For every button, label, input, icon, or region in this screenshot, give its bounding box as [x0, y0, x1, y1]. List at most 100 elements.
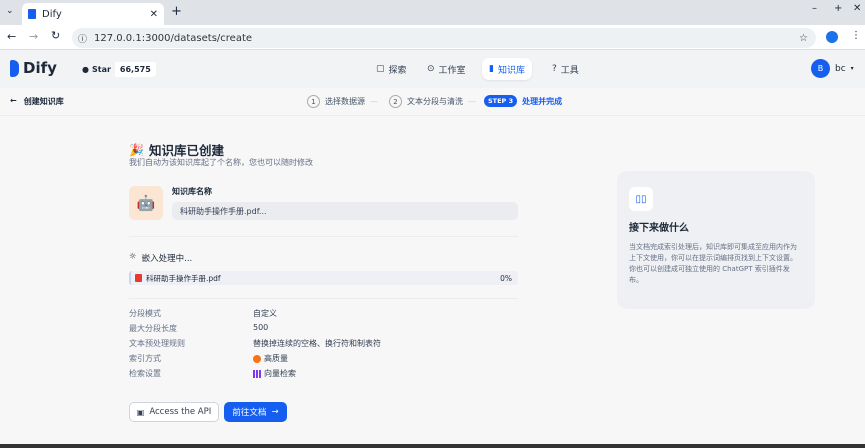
tab-list-icon[interactable]: ⌄ [6, 6, 14, 16]
nav-label: 知识库 [497, 65, 525, 76]
vector-search-icon [253, 369, 261, 378]
setting-label: 检索设置 [129, 369, 161, 378]
github-star-button[interactable]: ● Star 66,575 [78, 61, 156, 77]
next-steps-title: 接下来做什么 [629, 223, 689, 234]
star-label: Star [91, 64, 111, 74]
url-input[interactable]: ⓘ 127.0.0.1:3000/datasets/create ☆ [72, 28, 816, 48]
bookmark-star-icon[interactable]: ☆ [799, 33, 808, 44]
user-menu[interactable]: B bc ▾ [811, 59, 854, 78]
arrow-left-icon: ← [10, 96, 17, 105]
logo-text: Dify [23, 59, 57, 77]
step-number: 1 [307, 95, 320, 108]
back-button[interactable]: ← 创建知识库 [10, 96, 64, 107]
nav-knowledge[interactable]: ▮ 知识库 [482, 58, 532, 80]
file-progress-item: 科研助手操作手册.pdf 0% [129, 271, 518, 285]
step-label: 选择数据源 [325, 97, 365, 106]
setting-row: 文本预处理规则 替换掉连续的空格、换行符和制表符 [129, 338, 381, 349]
pdf-icon [135, 274, 142, 282]
bottom-bar [0, 444, 865, 448]
back-label: 创建知识库 [23, 97, 64, 106]
explore-icon: ▢ [376, 64, 385, 74]
step-3: STEP 3 处理并完成 [484, 95, 562, 107]
nav-label: 工具 [560, 65, 579, 76]
chevron-down-icon: ▾ [850, 65, 854, 72]
setting-label: 索引方式 [129, 354, 161, 363]
setting-row: 分段模式 自定义 [129, 308, 277, 319]
high-quality-icon [253, 354, 261, 363]
maximize-icon[interactable]: + [834, 3, 842, 14]
logo-mark-icon [10, 59, 19, 77]
setting-row: 索引方式 高质量 [129, 353, 288, 364]
star-count: 66,575 [114, 61, 156, 77]
step-1: 1 选择数据源 — [307, 95, 378, 108]
setting-label: 最大分段长度 [129, 324, 177, 333]
setting-label: 文本预处理规则 [129, 339, 185, 348]
nav-label: 探索 [388, 65, 407, 76]
dataset-name-input[interactable]: 科研助手操作手册.pdf... [172, 202, 518, 220]
close-tab-icon[interactable]: ✕ [150, 9, 158, 20]
github-icon: ● [82, 64, 89, 74]
dataset-name-value: 科研助手操作手册.pdf... [180, 207, 267, 216]
app-header: Dify ● Star 66,575 ▢ 探索 ⊙ 工作室 ▮ 知识库 ? 工具 B b… [0, 50, 865, 88]
arrow-right-icon: → [271, 407, 279, 417]
setting-row: 检索设置 向量检索 [129, 368, 296, 379]
dify-logo[interactable]: Dify [10, 59, 57, 77]
tab-title: Dify [42, 8, 62, 20]
close-window-icon[interactable]: ✕ [853, 3, 861, 14]
setting-value: 高质量 [253, 353, 288, 364]
tools-icon: ? [552, 64, 557, 74]
avatar: B [811, 59, 830, 78]
next-steps-body: 当文档完成索引处理后，知识库即可集成至应用内作为上下文使用，你可以在提示词编排页… [629, 243, 797, 284]
new-tab-icon[interactable]: + [171, 4, 182, 19]
file-progress: 0% [500, 273, 512, 283]
knowledge-icon: ▮ [489, 64, 494, 74]
step-number: 2 [389, 95, 402, 108]
setting-value-text: 向量检索 [264, 369, 296, 378]
nav-tools[interactable]: ? 工具 [545, 58, 586, 80]
setting-label: 分段模式 [129, 309, 161, 318]
url-text: 127.0.0.1:3000/datasets/create [94, 32, 253, 44]
setting-row: 最大分段长度 500 [129, 323, 268, 334]
profile-icon[interactable] [826, 31, 838, 43]
setting-value: 替换掉连续的空格、换行符和制表符 [253, 339, 381, 348]
file-name: 科研助手操作手册.pdf [146, 273, 221, 283]
minimize-icon[interactable]: – [812, 3, 817, 14]
step-label: 文本分段与清洗 [407, 97, 463, 106]
button-label: Access the API [149, 407, 212, 417]
divider [129, 236, 518, 237]
nav-label: 工作室 [438, 65, 466, 76]
reload-icon[interactable]: ↻ [51, 29, 60, 42]
robot-icon: 🤖 [136, 194, 156, 212]
back-icon[interactable]: ← [7, 30, 16, 43]
terminal-icon: ▣ [136, 407, 145, 417]
setting-value: 500 [253, 323, 269, 332]
nav-explore[interactable]: ▢ 探索 [369, 58, 414, 80]
step-label: 处理并完成 [522, 96, 563, 106]
page-subtitle: 我们自动为该知识库起了个名称，您也可以随时修改 [129, 158, 313, 167]
menu-icon[interactable]: ⋮ [851, 30, 861, 41]
create-subheader: ← 创建知识库 1 选择数据源 — 2 文本分段与清洗 — STEP 3 处理并完成 [0, 88, 865, 116]
book-icon: ▯▯ [629, 187, 653, 211]
loading-spinner-icon: ☼ [129, 252, 137, 262]
dataset-icon[interactable]: 🤖 [129, 186, 163, 220]
site-info-icon[interactable]: ⓘ [78, 32, 87, 45]
divider [129, 298, 518, 299]
step-2: 2 文本分段与清洗 — [389, 95, 476, 108]
setting-value-text: 高质量 [264, 354, 288, 363]
step-number: STEP 3 [484, 95, 518, 107]
access-api-button[interactable]: ▣ Access the API [129, 402, 219, 422]
dify-favicon-icon [28, 9, 36, 19]
party-popper-icon: 🎉 [129, 142, 144, 157]
browser-tab-bar: ⌄ Dify ✕ + – + ✕ [0, 0, 865, 25]
forward-icon[interactable]: → [29, 30, 38, 43]
setting-value: 自定义 [253, 309, 277, 318]
user-name: bc [835, 63, 846, 74]
browser-tab[interactable]: Dify ✕ [22, 3, 164, 25]
setting-value: 向量检索 [253, 368, 296, 379]
next-steps-panel: ▯▯ 接下来做什么 当文档完成索引处理后，知识库即可集成至应用内作为上下文使用，… [617, 171, 815, 309]
go-to-documents-button[interactable]: 前往文档 → [224, 402, 287, 422]
button-label: 前往文档 [232, 408, 267, 418]
address-bar-row: ← → ↻ ⓘ 127.0.0.1:3000/datasets/create ☆ ⋮ [0, 25, 865, 50]
studio-icon: ⊙ [427, 64, 435, 74]
nav-studio[interactable]: ⊙ 工作室 [420, 58, 473, 80]
